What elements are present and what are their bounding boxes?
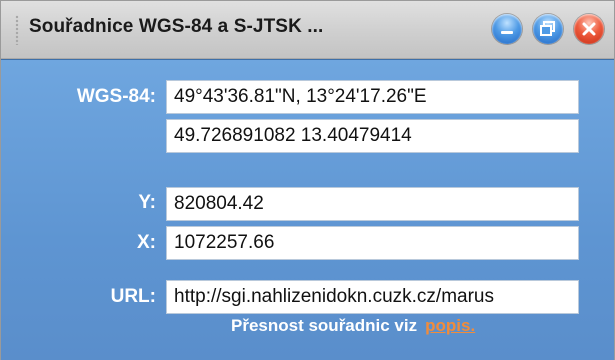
wgs-decimal-field[interactable]: 49.726891082 13.40479414 xyxy=(166,119,579,153)
accuracy-note: Přesnost souřadnic viz popis. xyxy=(231,316,475,336)
restore-icon xyxy=(540,21,555,36)
drag-grip-icon[interactable] xyxy=(15,15,19,45)
url-field[interactable]: http://sgi.nahlizenidokn.cuzk.cz/marus xyxy=(166,280,579,314)
description-link[interactable]: popis. xyxy=(425,316,475,335)
coordinates-panel: WGS-84: 49°43'36.81"N, 13°24'17.26"E 49.… xyxy=(1,59,614,360)
coordinates-window: Souřadnice WGS-84 a S-JTSK ... WGS-84: 4… xyxy=(0,0,615,360)
restore-button[interactable] xyxy=(533,14,563,44)
close-icon xyxy=(582,22,596,36)
y-label: Y: xyxy=(138,192,156,213)
title-bar[interactable]: Souřadnice WGS-84 a S-JTSK ... xyxy=(1,1,614,59)
accuracy-note-text: Přesnost souřadnic viz xyxy=(231,316,418,335)
minimize-button[interactable] xyxy=(492,14,522,44)
wgs-label: WGS-84: xyxy=(76,86,156,107)
x-field[interactable]: 1072257.66 xyxy=(166,226,579,260)
window-title: Souřadnice WGS-84 a S-JTSK ... xyxy=(29,16,324,37)
x-label: X: xyxy=(137,232,156,253)
close-button[interactable] xyxy=(574,14,604,44)
y-field[interactable]: 820804.42 xyxy=(166,187,579,221)
url-label: URL: xyxy=(110,286,156,307)
minimize-icon xyxy=(501,31,513,34)
wgs-dms-field[interactable]: 49°43'36.81"N, 13°24'17.26"E xyxy=(166,80,579,114)
